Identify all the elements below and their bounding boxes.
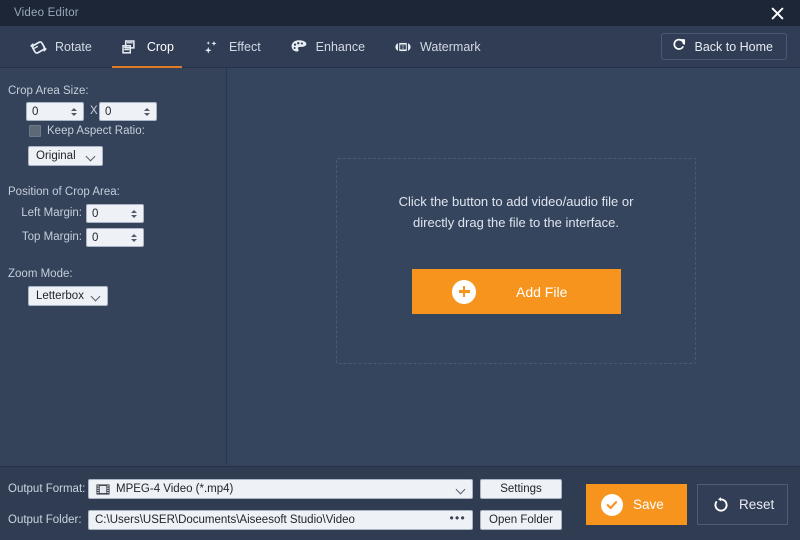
sparkles-icon (202, 37, 222, 57)
zoom-mode-label: Zoom Mode: (8, 268, 73, 280)
tab-crop-label: Crop (147, 40, 174, 54)
save-label: Save (633, 497, 664, 512)
preview-stage: Click the button to add video/audio file… (228, 68, 800, 465)
chevron-down-icon (87, 152, 96, 161)
left-margin-label: Left Margin: (0, 207, 82, 219)
zoom-mode-select[interactable]: Letterbox (28, 286, 108, 306)
tab-rotate-label: Rotate (55, 40, 92, 54)
browse-button[interactable]: ••• (449, 514, 466, 526)
output-format-value: MPEG-4 Video (*.mp4) (116, 483, 457, 495)
aspect-ratio-value: Original (36, 150, 87, 162)
body-area: Crop Area Size: 0 X 0 Keep Aspect Ratio:… (0, 68, 800, 465)
refresh-icon (712, 496, 730, 514)
tab-watermark-label: Watermark (420, 40, 481, 54)
tab-enhance-label: Enhance (316, 40, 365, 54)
back-to-home-label: Back to Home (694, 40, 773, 54)
tab-rotate[interactable]: Rotate (14, 26, 106, 68)
tab-crop[interactable]: Crop (106, 26, 188, 68)
close-icon (770, 6, 785, 21)
settings-button[interactable]: Settings (480, 479, 562, 499)
position-of-crop-area-label: Position of Crop Area: (8, 186, 120, 198)
crop-area-size-label: Crop Area Size: (8, 85, 89, 97)
tab-enhance[interactable]: Enhance (275, 26, 379, 68)
settings-label: Settings (500, 483, 542, 495)
palette-icon (289, 37, 309, 57)
left-margin-value: 0 (87, 208, 127, 220)
title-bar: Video Editor (0, 0, 800, 26)
top-margin-stepper[interactable]: 0 (86, 228, 144, 247)
crop-width-spinner-arrows[interactable] (67, 103, 80, 120)
crop-height-stepper[interactable]: 0 (99, 102, 157, 121)
left-margin-stepper[interactable]: 0 (86, 204, 144, 223)
output-folder-label: Output Folder: (8, 514, 80, 526)
output-folder-input[interactable]: C:\Users\USER\Documents\Aiseesoft Studio… (88, 510, 473, 530)
redo-arrow-icon (672, 37, 687, 57)
crop-height-spinner-arrows[interactable] (140, 103, 153, 120)
back-to-home-button[interactable]: Back to Home (661, 33, 787, 60)
crop-settings-panel: Crop Area Size: 0 X 0 Keep Aspect Ratio:… (0, 68, 227, 465)
drop-zone-instructions: Click the button to add video/audio file… (337, 191, 695, 233)
save-button[interactable]: Save (586, 484, 687, 525)
output-format-label: Output Format: (8, 483, 80, 495)
drop-zone-line-1: Click the button to add video/audio file… (337, 191, 695, 212)
drop-zone-line-2: directly drag the file to the interface. (337, 212, 695, 233)
top-margin-spinner-arrows[interactable] (127, 229, 140, 246)
crop-icon (120, 37, 140, 57)
left-margin-spinner-arrows[interactable] (127, 205, 140, 222)
crop-height-value: 0 (100, 106, 140, 118)
add-file-button[interactable]: Add File (412, 269, 621, 314)
tab-watermark[interactable]: T Watermark (379, 26, 495, 68)
video-editor-window: Video Editor (0, 0, 800, 540)
close-button[interactable] (754, 0, 800, 26)
plus-circle-icon (452, 280, 476, 304)
keep-aspect-ratio-label: Keep Aspect Ratio: (47, 125, 145, 137)
top-margin-label: Top Margin: (0, 231, 82, 243)
chevron-down-icon (457, 485, 466, 494)
aspect-ratio-select[interactable]: Original (28, 146, 103, 166)
top-margin-value: 0 (87, 232, 127, 244)
watermark-icon: T (393, 37, 413, 57)
toolbar: Rotate Crop (0, 26, 800, 68)
zoom-mode-value: Letterbox (36, 290, 92, 302)
rotate-icon (28, 37, 48, 57)
tab-effect[interactable]: Effect (188, 26, 275, 68)
output-format-select[interactable]: MPEG-4 Video (*.mp4) (88, 479, 473, 499)
reset-label: Reset (739, 497, 774, 512)
file-drop-zone[interactable]: Click the button to add video/audio file… (336, 158, 696, 364)
crop-width-value: 0 (27, 106, 67, 118)
tab-effect-label: Effect (229, 40, 261, 54)
window-title: Video Editor (14, 7, 79, 19)
check-circle-icon (601, 494, 623, 516)
toolbar-tabs: Rotate Crop (14, 26, 495, 68)
output-folder-value: C:\Users\USER\Documents\Aiseesoft Studio… (95, 514, 449, 526)
add-file-label: Add File (516, 284, 567, 300)
size-separator: X (90, 105, 98, 117)
chevron-down-icon (92, 292, 101, 301)
open-folder-label: Open Folder (489, 514, 553, 526)
keep-aspect-ratio-checkbox[interactable] (29, 125, 41, 137)
crop-width-stepper[interactable]: 0 (26, 102, 84, 121)
reset-button[interactable]: Reset (697, 484, 788, 525)
keep-aspect-ratio-checkbox-row[interactable]: Keep Aspect Ratio: (29, 125, 145, 137)
film-strip-icon (95, 483, 110, 495)
open-folder-button[interactable]: Open Folder (480, 510, 562, 530)
